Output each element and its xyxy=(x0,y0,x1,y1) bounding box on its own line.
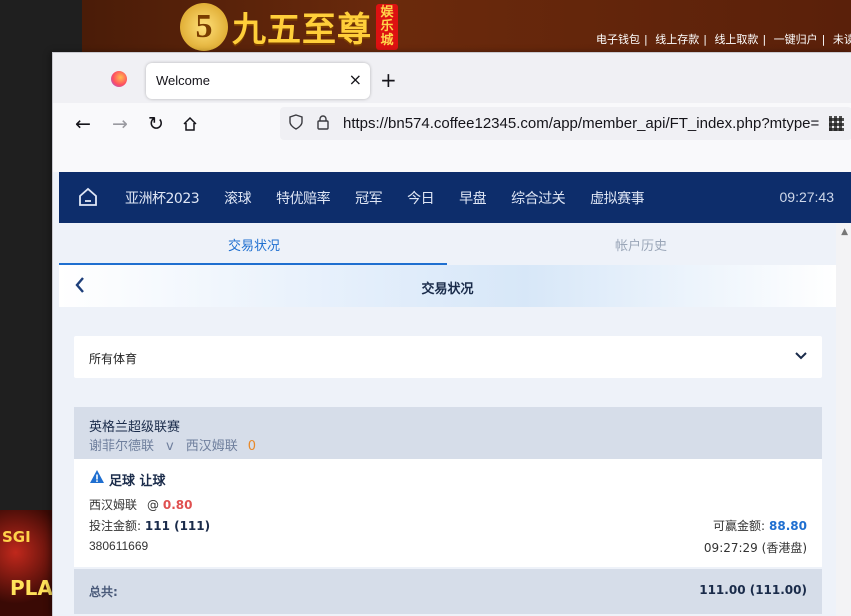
ticket-id: 380611669 xyxy=(89,539,149,553)
url-bar[interactable]: https://bn574.coffee12345.com/app/member… xyxy=(280,107,851,140)
match-score: 0 xyxy=(247,439,257,454)
background-top-links: 电子钱包| 线上存款| 线上取款| 一键归户| 未读讯 xyxy=(596,31,851,47)
lock-icon[interactable] xyxy=(314,114,332,132)
sport-filter-select[interactable]: 所有体育 xyxy=(74,336,822,378)
bet-type: 足球 让球 xyxy=(109,474,166,489)
logo-text: 九五至尊 xyxy=(232,10,372,50)
nav-item-early[interactable]: 早盘 xyxy=(459,188,487,208)
forward-arrow-icon[interactable]: → xyxy=(106,111,134,137)
logo-badge: 娱乐城 xyxy=(376,3,398,50)
close-tab-icon[interactable]: × xyxy=(349,71,362,89)
home-team: 谢菲尔德联 xyxy=(89,439,155,454)
toolbar-spacer xyxy=(53,145,851,172)
link-withdraw[interactable]: 线上取款 xyxy=(714,33,758,46)
scrollbar[interactable] xyxy=(836,223,851,616)
tab-account-history[interactable]: 帐户历史 xyxy=(615,235,667,254)
new-tab-button[interactable]: + xyxy=(380,68,397,92)
stake-label: 投注金额: xyxy=(89,519,142,533)
bet-card-header: 英格兰超级联赛 谢菲尔德联 v 西汉姆联 0 xyxy=(74,407,822,459)
background-promo-text-2: PLA xyxy=(10,576,53,600)
payout-row: 可赢金额: 88.80 xyxy=(713,517,807,534)
logo-emblem-icon: 5 xyxy=(180,2,228,51)
total-value: 111.00 (111.00) xyxy=(699,583,807,597)
nav-item-outright[interactable]: 冠军 xyxy=(355,188,383,208)
nav-item-parlay[interactable]: 综合过关 xyxy=(511,188,566,208)
browser-tab[interactable]: Welcome × xyxy=(146,63,370,99)
sub-tabs: 交易状况 帐户历史 xyxy=(59,223,836,265)
home-nav-icon[interactable] xyxy=(77,186,99,208)
scroll-up-icon[interactable]: ▲ xyxy=(841,227,848,237)
warning-icon xyxy=(90,470,104,483)
tab-title: Welcome xyxy=(156,73,210,88)
navigation-toolbar: ← → ↻ https://bn574.coffee12345.com/app/… xyxy=(53,103,851,145)
home-icon[interactable] xyxy=(176,111,204,137)
payout-label: 可赢金额: xyxy=(712,519,766,533)
nav-items: 亚洲杯2023 滚球 特优赔率 冠军 今日 早盘 综合过关 虚拟赛事 xyxy=(125,172,669,223)
total-label: 总共: xyxy=(89,585,118,599)
match-teams: 谢菲尔德联 v 西汉姆联 0 xyxy=(89,435,256,454)
nav-item-virtual[interactable]: 虚拟赛事 xyxy=(590,188,645,208)
odds-prefix: @ xyxy=(147,498,160,512)
nav-item-asian-cup[interactable]: 亚洲杯2023 xyxy=(125,188,200,208)
bet-pick: 西汉姆联 @ 0.80 xyxy=(89,496,192,513)
sports-top-nav: 亚洲杯2023 滚球 特优赔率 冠军 今日 早盘 综合过关 虚拟赛事 09:27… xyxy=(59,172,851,223)
payout-value: 88.80 xyxy=(769,519,807,533)
tab-transaction-status[interactable]: 交易状况 xyxy=(228,235,280,254)
total-row: 总共: 111.00 (111.00) xyxy=(74,569,822,614)
bet-time: 09:27:29 (香港盘) xyxy=(703,541,807,555)
pick-team: 西汉姆联 xyxy=(89,498,138,512)
stake-value: 111 (111) xyxy=(144,519,211,533)
url-text[interactable]: https://bn574.coffee12345.com/app/member… xyxy=(343,115,819,132)
link-deposit[interactable]: 线上存款 xyxy=(655,33,699,46)
page-title-bar: 交易状况 xyxy=(59,265,836,307)
background-logo: 5 九五至尊 娱乐城 xyxy=(180,2,398,51)
versus-label: v xyxy=(166,439,174,454)
odds-value: 0.80 xyxy=(162,498,193,512)
page-title: 交易状况 xyxy=(421,282,474,297)
stake-row: 投注金额: 111 (111) xyxy=(89,517,210,534)
qr-code-icon[interactable] xyxy=(829,116,844,131)
link-e-wallet[interactable]: 电子钱包 xyxy=(596,33,640,46)
bet-card-body: 足球 让球 西汉姆联 @ 0.80 投注金额: 111 (111) 可赢金额: 88… xyxy=(74,459,822,567)
firefox-icon[interactable] xyxy=(111,71,127,87)
chevron-down-icon xyxy=(795,352,807,360)
nav-item-today[interactable]: 今日 xyxy=(407,188,435,208)
away-team: 西汉姆联 xyxy=(185,439,238,454)
link-consolidate[interactable]: 一键归户 xyxy=(774,33,818,46)
clock: 09:27:43 xyxy=(779,189,835,205)
link-unread[interactable]: 未读讯 xyxy=(833,33,851,46)
nav-item-live[interactable]: 滚球 xyxy=(224,188,252,208)
league-name: 英格兰超级联赛 xyxy=(89,420,181,435)
shield-icon[interactable] xyxy=(287,114,305,132)
back-arrow-icon[interactable]: ← xyxy=(69,111,97,137)
background-promo-image xyxy=(0,510,52,616)
web-page: 亚洲杯2023 滚球 特优赔率 冠军 今日 早盘 综合过关 虚拟赛事 09:27… xyxy=(53,172,851,616)
nav-item-special-odds[interactable]: 特优赔率 xyxy=(276,188,331,208)
browser-window: Welcome × + ← → ↻ https://bn574.coffee12… xyxy=(52,52,851,616)
sport-filter-value: 所有体育 xyxy=(89,352,138,366)
background-promo-text: SGI xyxy=(2,528,31,546)
tab-bar: Welcome × + xyxy=(53,53,851,103)
reload-icon[interactable]: ↻ xyxy=(142,111,170,137)
